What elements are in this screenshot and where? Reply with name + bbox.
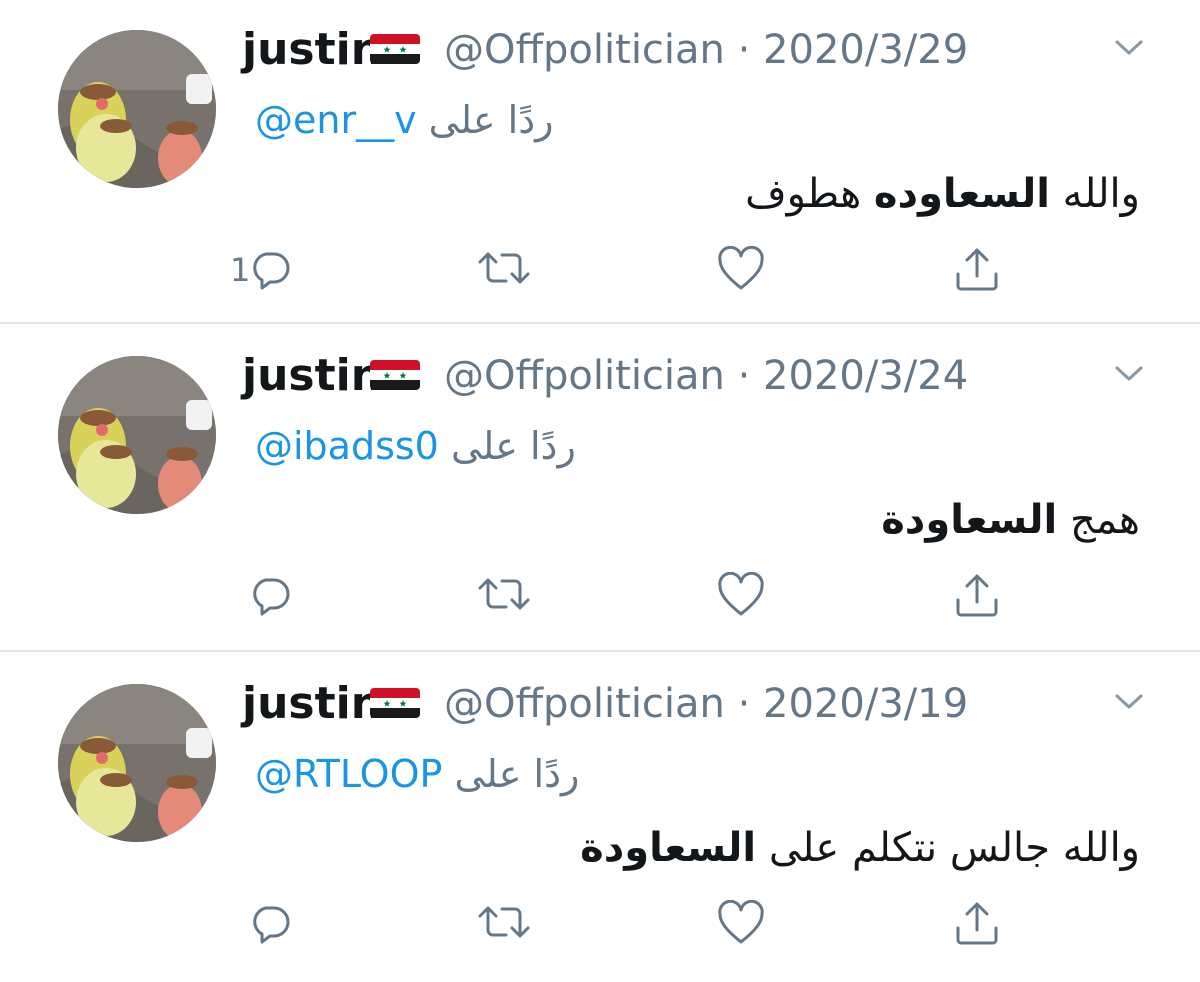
heart-icon xyxy=(718,572,764,616)
heart-icon xyxy=(718,246,764,290)
tweet-text-bold: السعاودة xyxy=(881,497,1058,543)
display-name[interactable]: justin xyxy=(242,350,382,402)
retweet-button[interactable] xyxy=(476,900,532,950)
tweet[interactable]: justin @Offpolitician · 2020/3/19 @RTLOO… xyxy=(0,654,1200,982)
replying-to: @ibadss0 ردًا على xyxy=(255,422,576,470)
reply-label: ردًا على xyxy=(450,424,576,468)
chevron-down-icon[interactable] xyxy=(1112,36,1146,58)
like-button[interactable] xyxy=(716,572,766,622)
avatar-image xyxy=(58,684,216,842)
reply-button[interactable] xyxy=(248,572,292,622)
avatar[interactable] xyxy=(58,356,216,514)
display-name[interactable]: justin xyxy=(242,678,382,730)
syria-flag-icon xyxy=(370,360,420,390)
tweet-actions xyxy=(0,900,1200,950)
handle-and-date[interactable]: @Offpolitician · 2020/3/19 xyxy=(444,678,968,730)
tweet-text-bold: السعاودة xyxy=(580,825,757,871)
avatar-image xyxy=(58,356,216,514)
syria-flag-icon xyxy=(370,688,420,718)
tweet[interactable]: justin @Offpolitician · 2020/3/29 @enr__… xyxy=(0,0,1200,328)
tweet-text: والله السعاوده هطوف xyxy=(745,168,1140,220)
replying-to: @enr__v ردًا على xyxy=(255,96,554,144)
share-button[interactable] xyxy=(952,246,1002,296)
tweet-text-bold: السعاوده xyxy=(873,171,1050,217)
reply-mention-link[interactable]: @RTLOOP xyxy=(255,752,442,796)
tweet-actions xyxy=(0,572,1200,622)
replying-to: @RTLOOP ردًا على xyxy=(255,750,579,798)
tweet-text-part: همج xyxy=(1057,497,1140,543)
reply-icon xyxy=(253,578,290,616)
reply-mention-link[interactable]: @enr__v xyxy=(255,98,417,142)
share-button[interactable] xyxy=(952,900,1002,950)
avatar[interactable] xyxy=(58,684,216,842)
tweet-text-part: هطوف xyxy=(745,171,874,217)
retweet-button[interactable] xyxy=(476,572,532,622)
divider xyxy=(0,322,1200,324)
share-icon xyxy=(956,248,998,291)
retweet-button[interactable] xyxy=(476,246,532,296)
avatar-image xyxy=(58,30,216,188)
like-button[interactable] xyxy=(716,246,766,296)
reply-label: ردًا على xyxy=(454,752,580,796)
like-button[interactable] xyxy=(716,900,766,950)
reply-icon xyxy=(253,252,290,290)
tweet-text-part: والله جالس نتكلم على xyxy=(756,825,1140,871)
reply-button[interactable] xyxy=(248,246,292,296)
display-name[interactable]: justin xyxy=(242,24,382,76)
divider xyxy=(0,650,1200,652)
handle-and-date[interactable]: @Offpolitician · 2020/3/29 xyxy=(444,24,968,76)
heart-icon xyxy=(718,900,764,944)
avatar[interactable] xyxy=(58,30,216,188)
retweet-icon xyxy=(478,906,530,938)
reply-button[interactable] xyxy=(248,900,292,950)
chevron-down-icon[interactable] xyxy=(1112,690,1146,712)
syria-flag-icon xyxy=(370,34,420,64)
share-icon xyxy=(956,574,998,617)
tweet-text: والله جالس نتكلم على السعاودة xyxy=(580,822,1140,874)
retweet-icon xyxy=(478,252,530,284)
reply-label: ردًا على xyxy=(428,98,554,142)
tweet-text-part: والله xyxy=(1049,171,1140,217)
retweet-icon xyxy=(478,578,530,610)
chevron-down-icon[interactable] xyxy=(1112,362,1146,384)
reply-mention-link[interactable]: @ibadss0 xyxy=(255,424,439,468)
reply-icon xyxy=(253,906,290,944)
share-button[interactable] xyxy=(952,572,1002,622)
tweet-actions: 1 xyxy=(0,246,1200,296)
tweet-text: همج السعاودة xyxy=(881,494,1140,546)
handle-and-date[interactable]: @Offpolitician · 2020/3/24 xyxy=(444,350,968,402)
share-icon xyxy=(956,902,998,945)
tweet[interactable]: justin @Offpolitician · 2020/3/24 @ibads… xyxy=(0,326,1200,654)
